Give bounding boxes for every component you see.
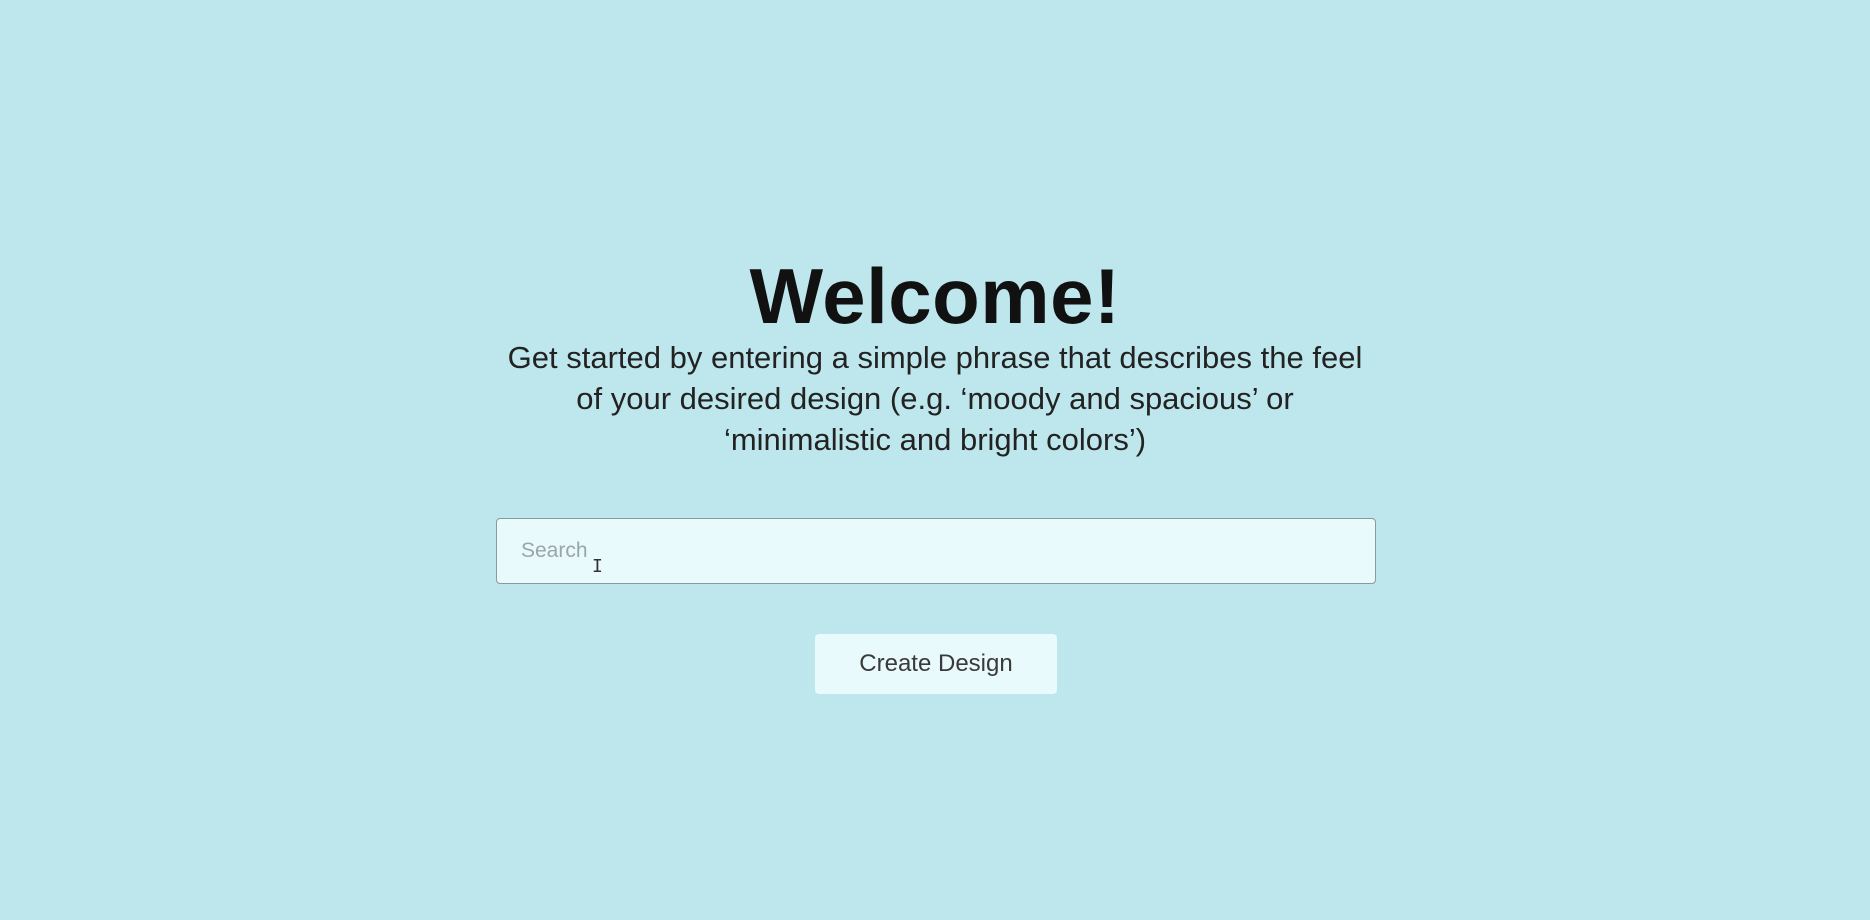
welcome-page: Welcome! Get started by entering a simpl… xyxy=(0,0,1870,920)
search-field-container xyxy=(496,518,1376,584)
description-line: of your desired design (e.g. ‘moody and … xyxy=(576,381,1294,416)
search-input[interactable] xyxy=(496,518,1376,584)
page-title: Welcome! xyxy=(749,252,1121,341)
description-line: Get started by entering a simple phrase … xyxy=(507,340,1363,375)
page-description: Get started by entering a simple phrase … xyxy=(460,337,1410,460)
description-line: ‘minimalistic and bright colors’) xyxy=(723,422,1147,457)
create-design-button[interactable]: Create Design xyxy=(815,634,1057,694)
